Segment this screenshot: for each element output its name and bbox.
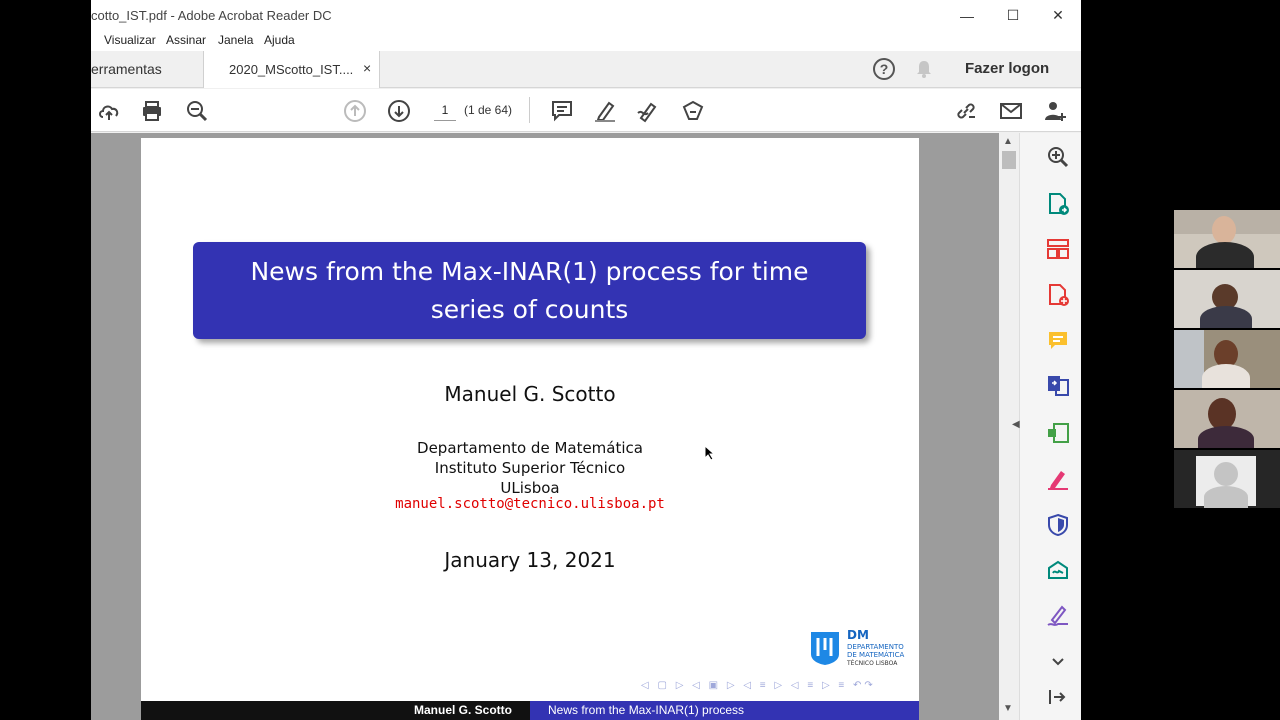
help-icon[interactable]: ?: [873, 58, 895, 80]
slide-footer: Manuel G. Scotto News from the Max-INAR(…: [141, 701, 919, 720]
beamer-navigation[interactable]: ◁ ▢ ▷ ◁ ▣ ▷ ◁ ≡ ▷ ◁ ≡ ▷ ≡ ↶↷: [641, 680, 876, 691]
menu-janela[interactable]: Janela: [218, 33, 253, 47]
menu-visualizar[interactable]: Visualizar: [104, 33, 156, 47]
draw-icon[interactable]: [636, 99, 660, 123]
participant-tile-1[interactable]: [1174, 210, 1280, 268]
window-title: cotto_IST.pdf - Adobe Acrobat Reader DC: [91, 8, 332, 23]
page-up-icon[interactable]: [343, 99, 367, 123]
zoom-in-icon[interactable]: [1046, 145, 1070, 169]
tab-document-label: 2020_MScotto_IST....: [229, 62, 354, 77]
menu-ajuda[interactable]: Ajuda: [264, 33, 295, 47]
slide-email: manuel.scotto@tecnico.ulisboa.pt: [395, 496, 665, 512]
slide-affiliation-dept: Departamento de Matemática: [417, 439, 643, 457]
dm-logo: DM DEPARTAMENTO DE MATEMÁTICA TÉCNICO LI…: [809, 628, 909, 670]
page-number-input[interactable]: 1: [434, 99, 456, 121]
logo-line-3: TÉCNICO LISBOA: [847, 660, 898, 667]
participants-strip: [1174, 210, 1280, 510]
acrobat-window: cotto_IST.pdf - Adobe Acrobat Reader DC …: [91, 0, 1081, 720]
menu-assinar[interactable]: Assinar: [166, 33, 206, 47]
slide-author: Manuel G. Scotto: [444, 382, 616, 406]
page-count: (1 de 64): [464, 103, 513, 117]
print-icon[interactable]: [140, 99, 164, 123]
pdf-page: News from the Max-INAR(1) process for ti…: [141, 138, 919, 720]
highlight-icon[interactable]: [593, 99, 617, 123]
email-icon[interactable]: [999, 99, 1023, 123]
close-tab-icon[interactable]: ×: [363, 60, 371, 76]
right-tools-panel: ◀: [1012, 133, 1081, 720]
add-user-icon[interactable]: [1043, 99, 1067, 123]
toolbar: 1 (1 de 64): [91, 89, 1081, 132]
edit-pdf-icon[interactable]: [1046, 421, 1070, 445]
add-comment-icon[interactable]: [1046, 329, 1070, 353]
sign-icon[interactable]: [1046, 604, 1070, 628]
tab-bar: erramentas 2020_MScotto_IST.... × ? Faze…: [91, 51, 1081, 88]
ist-logo-icon: [811, 632, 839, 665]
footer-author: Manuel G. Scotto: [141, 701, 530, 720]
combine-files-icon[interactable]: [1046, 373, 1070, 397]
avatar-placeholder-icon: [1214, 462, 1238, 486]
slide-date: January 13, 2021: [444, 548, 616, 572]
zoom-out-icon[interactable]: [185, 99, 209, 123]
document-area[interactable]: News from the Max-INAR(1) process for ti…: [91, 133, 999, 720]
logo-line-2: DE MATEMÁTICA: [847, 651, 905, 659]
comment-icon[interactable]: [550, 99, 574, 123]
expand-icon[interactable]: [1046, 649, 1070, 673]
slide-affiliation-institute: Instituto Superior Técnico: [434, 459, 626, 477]
bell-icon[interactable]: [914, 59, 934, 79]
scroll-down-icon[interactable]: ▼: [1003, 703, 1013, 714]
collapse-panel-icon[interactable]: [1046, 685, 1070, 709]
protect-icon[interactable]: [1046, 513, 1070, 537]
menu-bar: Visualizar Assinar Janela Ajuda: [91, 31, 1081, 51]
participant-tile-4[interactable]: [1174, 390, 1280, 448]
organize-pages-icon[interactable]: [1046, 237, 1070, 261]
maximize-button[interactable]: ☐: [990, 0, 1036, 31]
export-pdf-icon[interactable]: [1046, 192, 1070, 216]
toolbar-divider: [529, 97, 530, 123]
share-link-icon[interactable]: [954, 99, 978, 123]
logo-abbr: DM: [847, 628, 869, 642]
slide-affiliation-university: ULisboa: [500, 479, 560, 497]
scrollbar-thumb[interactable]: [1002, 151, 1016, 169]
login-button[interactable]: Fazer logon: [965, 60, 1049, 77]
stamp-icon[interactable]: [681, 99, 705, 123]
footer-title: News from the Max-INAR(1) process: [530, 701, 919, 720]
cloud-upload-icon[interactable]: [97, 99, 121, 123]
collapse-panel-arrow-icon[interactable]: ◀: [1012, 419, 1020, 430]
tab-tools[interactable]: erramentas: [91, 61, 162, 77]
tab-document[interactable]: 2020_MScotto_IST.... ×: [203, 51, 380, 88]
participant-tile-5[interactable]: [1174, 450, 1280, 508]
create-pdf-icon[interactable]: [1046, 283, 1070, 307]
screen: cotto_IST.pdf - Adobe Acrobat Reader DC …: [0, 0, 1280, 720]
participant-tile-3[interactable]: [1174, 330, 1280, 388]
close-window-button[interactable]: ✕: [1035, 0, 1081, 31]
participant-tile-2[interactable]: [1174, 270, 1280, 328]
page-down-icon[interactable]: [387, 99, 411, 123]
mouse-cursor-icon: [704, 445, 716, 461]
minimize-button[interactable]: —: [944, 0, 990, 31]
slide-title: News from the Max-INAR(1) process for ti…: [193, 242, 866, 339]
logo-line-1: DEPARTAMENTO: [847, 643, 904, 651]
title-bar: cotto_IST.pdf - Adobe Acrobat Reader DC …: [91, 0, 1081, 31]
fill-sign-icon[interactable]: [1046, 467, 1070, 491]
scroll-up-icon[interactable]: ▲: [1003, 136, 1013, 147]
send-signature-icon[interactable]: [1046, 558, 1070, 582]
